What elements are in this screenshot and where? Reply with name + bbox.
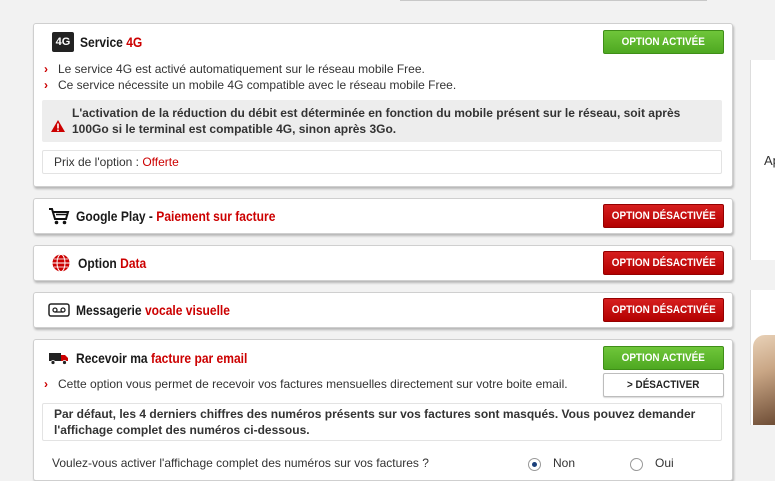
card-title: Service 4G	[80, 34, 143, 50]
chevron-right-icon: ›	[44, 377, 48, 391]
warning-icon	[51, 120, 65, 132]
card-visual-voicemail: Messagerie vocale visuelle OPTION DÉSACT…	[33, 292, 733, 328]
feature-list: › Le service 4G est activé automatiquemen…	[44, 61, 456, 93]
display-question: Voulez-vous activer l'affichage complet …	[52, 456, 429, 470]
card-service-4g: 4G Service 4G OPTION ACTIVÉE › Le service…	[33, 23, 733, 187]
shopping-cart-icon	[49, 208, 70, 225]
deactivate-button[interactable]: > DÉSACTIVER	[603, 373, 724, 397]
chevron-right-icon: ›	[44, 62, 48, 76]
list-item: › Ce service nécessite un mobile 4G compa…	[44, 78, 457, 92]
right-sidebar-panel: Ap	[750, 60, 775, 260]
list-item: › Cette option vous permet de recevoir vo…	[44, 377, 568, 391]
radio-yes-label: Oui	[655, 456, 674, 470]
promo-photo	[753, 335, 775, 425]
card-title: Recevoir ma facture par email	[76, 350, 248, 366]
info-box: Par défaut, les 4 derniers chiffres des …	[42, 403, 722, 441]
card-title: Google Play - Paiement sur facture	[76, 208, 276, 224]
search-bar-edge	[400, 0, 707, 1]
card-header: 4G Service 4G	[48, 24, 152, 60]
card-title: Messagerie vocale visuelle	[76, 302, 230, 318]
option-status-button[interactable]: OPTION ACTIVÉE	[603, 346, 724, 370]
right-sidebar-image	[750, 290, 775, 425]
option-status-button[interactable]: OPTION ACTIVÉE	[603, 30, 724, 54]
radio-no-label: Non	[553, 456, 576, 470]
chevron-right-icon: ›	[44, 78, 48, 92]
price-box: Prix de l'option : Offerte	[42, 150, 722, 174]
card-header: Recevoir ma facture par email	[48, 340, 275, 376]
price-value: Offerte	[142, 155, 179, 169]
card-option-data: Option Data OPTION DÉSACTIVÉE	[33, 245, 733, 281]
info-text: Par défaut, les 4 derniers chiffres des …	[54, 407, 696, 437]
card-email-invoice: Recevoir ma facture par email OPTION ACT…	[33, 339, 733, 481]
sidebar-partial-text: Ap	[764, 153, 775, 168]
card-google-play: Google Play - Paiement sur facture OPTIO…	[33, 198, 733, 234]
warning-box: L'activation de la réduction du débit es…	[42, 100, 722, 142]
card-header: Messagerie vocale visuelle	[48, 293, 255, 327]
warning-text: L'activation de la réduction du débit es…	[72, 106, 681, 136]
feature-list: › Cette option vous permet de recevoir vo…	[44, 376, 568, 392]
option-status-button[interactable]: OPTION DÉSACTIVÉE	[603, 204, 724, 228]
option-status-button[interactable]: OPTION DÉSACTIVÉE	[603, 251, 724, 275]
price-label: Prix de l'option : Offerte	[54, 155, 179, 169]
card-header: Google Play - Paiement sur facture	[48, 199, 308, 233]
card-title: Option Data	[78, 255, 147, 271]
voicemail-icon	[48, 303, 70, 317]
option-status-button[interactable]: OPTION DÉSACTIVÉE	[603, 298, 724, 322]
4g-icon: 4G	[52, 32, 74, 52]
globe-icon	[52, 254, 70, 272]
card-header: Option Data	[48, 246, 157, 280]
delivery-truck-icon	[49, 353, 68, 365]
list-item: › Le service 4G est activé automatiquemen…	[44, 62, 425, 76]
